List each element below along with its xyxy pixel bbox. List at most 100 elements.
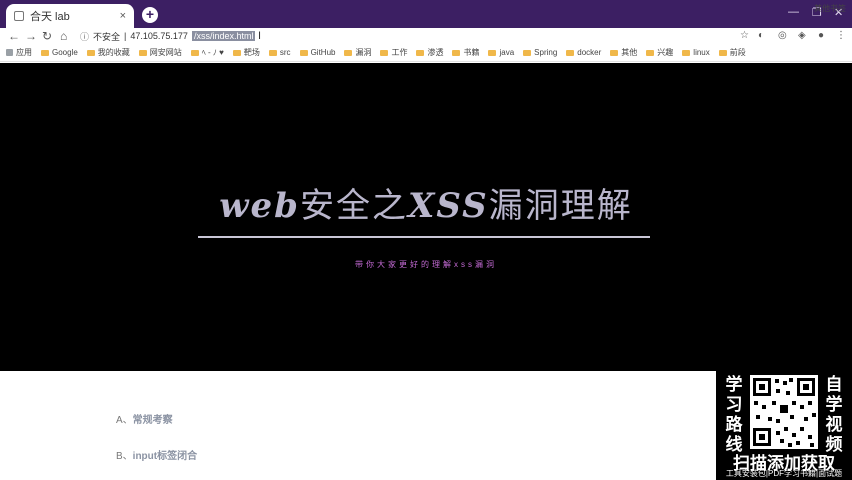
bookmarks-bar: 应用 Google 我的收藏 网安网站 ﾍ - ﾉ ♥ 靶场 src GitHub 漏洞 工作 渗透… xyxy=(0,44,852,62)
new-tab-button[interactable]: + xyxy=(142,7,158,23)
reload-icon[interactable]: ↻ xyxy=(42,28,52,44)
promo-right-vertical: 自学视频 xyxy=(825,375,843,454)
list-item-text: 常规考察 xyxy=(132,415,173,426)
bookmark-item[interactable]: docker xyxy=(566,48,601,57)
bookmark-item[interactable]: 工作 xyxy=(380,47,407,58)
bookmark-label: 前段 xyxy=(729,48,746,57)
profile-icon[interactable]: ● xyxy=(818,28,824,44)
extension-icon[interactable]: ◐ xyxy=(758,28,764,44)
bookmark-item[interactable]: 渗透 xyxy=(416,47,443,58)
bookmark-item[interactable]: Google xyxy=(41,48,78,57)
bookmark-label: 兴趣 xyxy=(657,48,674,57)
bookmark-item[interactable]: 其他 xyxy=(610,47,637,58)
bookmark-label: ﾍ - ﾉ ♥ xyxy=(201,48,224,57)
bookmark-item[interactable]: ﾍ - ﾉ ♥ xyxy=(190,47,224,58)
folder-icon xyxy=(268,49,277,56)
bookmark-label: GitHub xyxy=(310,48,336,57)
bookmark-item[interactable]: 漏洞 xyxy=(344,47,371,58)
hero-title-cjk-1: 安全之 xyxy=(299,186,408,226)
bookmarks-other[interactable]: 其他书签 xyxy=(814,3,846,14)
extension-icon-3[interactable]: ◈ xyxy=(798,28,806,44)
bookmark-label: java xyxy=(499,48,515,57)
hero-title-cjk-2: 漏洞理解 xyxy=(488,186,633,226)
promo-overlay: 学习路线 自学视频 扫描添加获取 工具安装包|PDF学习书籍|面试题 xyxy=(716,371,852,480)
bookmark-item[interactable]: 网安网站 xyxy=(138,47,182,58)
bookmark-label: Spring xyxy=(534,48,558,57)
folder-icon xyxy=(488,49,497,56)
bookmark-item[interactable]: Spring xyxy=(523,48,557,57)
browser-tab[interactable]: 合天 lab × xyxy=(6,4,134,28)
list-item-text: input标签闭合 xyxy=(132,451,198,462)
folder-icon xyxy=(299,49,308,56)
hero-subtitle: 带你大家更好的理解xss漏洞 xyxy=(355,260,497,269)
folder-icon xyxy=(718,49,727,56)
folder-icon xyxy=(232,49,241,56)
home-icon[interactable]: ⌂ xyxy=(60,28,67,44)
address-bar[interactable]: ⓘ 不安全 | 47.105.75.177 /xss/index.html xyxy=(80,29,720,43)
folder-icon xyxy=(344,49,353,56)
bookmark-item[interactable]: 应用 xyxy=(6,47,32,58)
folder-icon xyxy=(41,49,49,56)
promo-sub-text: 工具安装包|PDF学习书籍|面试题 xyxy=(725,469,843,478)
star-icon[interactable]: ☆ xyxy=(740,28,749,44)
bookmark-item[interactable]: java xyxy=(488,48,514,57)
list-item-prefix: B、 xyxy=(116,451,133,462)
tab-favicon-icon xyxy=(14,11,24,21)
bookmark-label: linux xyxy=(693,48,710,57)
list-item[interactable]: A、常规考察 xyxy=(116,411,173,426)
folder-icon xyxy=(380,49,389,56)
folder-icon xyxy=(566,49,575,56)
back-arrow-icon[interactable]: ← xyxy=(8,28,20,44)
folder-icon xyxy=(646,49,655,56)
bookmark-label: 工作 xyxy=(391,48,408,57)
bookmark-item[interactable]: 靶场 xyxy=(232,47,260,58)
tab-title: 合天 lab xyxy=(30,11,70,23)
folder-icon xyxy=(416,49,425,56)
url-divider: | xyxy=(124,31,127,41)
url-host: 47.105.75.177 xyxy=(130,31,188,41)
folder-icon xyxy=(190,49,199,56)
bookmark-label: 我的收藏 xyxy=(97,48,130,57)
bookmark-item[interactable]: 我的收藏 xyxy=(86,47,130,58)
bookmark-label: src xyxy=(279,48,291,57)
bookmark-label: 靶场 xyxy=(243,48,260,57)
hero-banner: web安全之XSS漏洞理解 带你大家更好的理解xss漏洞 xyxy=(0,63,852,371)
menu-icon[interactable]: ⋮ xyxy=(836,28,846,44)
apps-icon xyxy=(6,49,13,56)
bookmark-label: docker xyxy=(577,48,602,57)
tab-strip: 合天 lab × + — ❐ ✕ xyxy=(0,0,852,28)
list-item[interactable]: B、input标签闭合 xyxy=(116,447,197,462)
list-item-prefix: A、 xyxy=(116,415,133,426)
bookmark-item[interactable]: 书籍 xyxy=(452,47,479,58)
bookmark-label: 漏洞 xyxy=(355,48,372,57)
tab-close-icon[interactable]: × xyxy=(120,10,126,22)
bookmark-item[interactable]: 前段 xyxy=(718,47,746,58)
folder-icon xyxy=(86,49,95,56)
folder-icon xyxy=(610,49,619,56)
bookmark-item[interactable]: src xyxy=(268,48,291,57)
folder-icon xyxy=(682,49,691,56)
minimize-button[interactable]: — xyxy=(788,6,799,18)
bookmark-item[interactable]: GitHub xyxy=(299,48,336,57)
hero-title-latin-2: XSS xyxy=(407,186,489,226)
bookmark-label: 网安网站 xyxy=(149,48,182,57)
bookmark-label: 渗透 xyxy=(427,48,444,57)
bookmark-label: Google xyxy=(52,48,78,57)
hero-title: web安全之XSS漏洞理解 xyxy=(0,178,852,227)
bookmark-label: 其他 xyxy=(621,48,638,57)
bookmark-item[interactable]: linux xyxy=(682,48,710,57)
qr-code-icon xyxy=(750,375,818,449)
hero-title-latin-1: web xyxy=(219,186,300,226)
bookmark-item[interactable]: 兴趣 xyxy=(646,47,673,58)
folder-icon xyxy=(523,49,532,56)
folder-icon xyxy=(452,49,461,56)
info-icon[interactable]: ⓘ xyxy=(80,30,89,43)
bookmark-label: 书籍 xyxy=(463,48,480,57)
bookmark-label: 应用 xyxy=(16,48,32,57)
text-cursor-icon: I xyxy=(258,30,262,42)
forward-arrow-icon[interactable]: → xyxy=(25,28,37,44)
extension-icon-2[interactable]: ◎ xyxy=(778,28,787,44)
url-path-selected: /xss/index.html xyxy=(191,31,256,41)
security-label: 不安全 xyxy=(93,31,121,42)
browser-toolbar: ← → ↻ ⌂ ⓘ 不安全 | 47.105.75.177 /xss/index… xyxy=(0,28,852,44)
